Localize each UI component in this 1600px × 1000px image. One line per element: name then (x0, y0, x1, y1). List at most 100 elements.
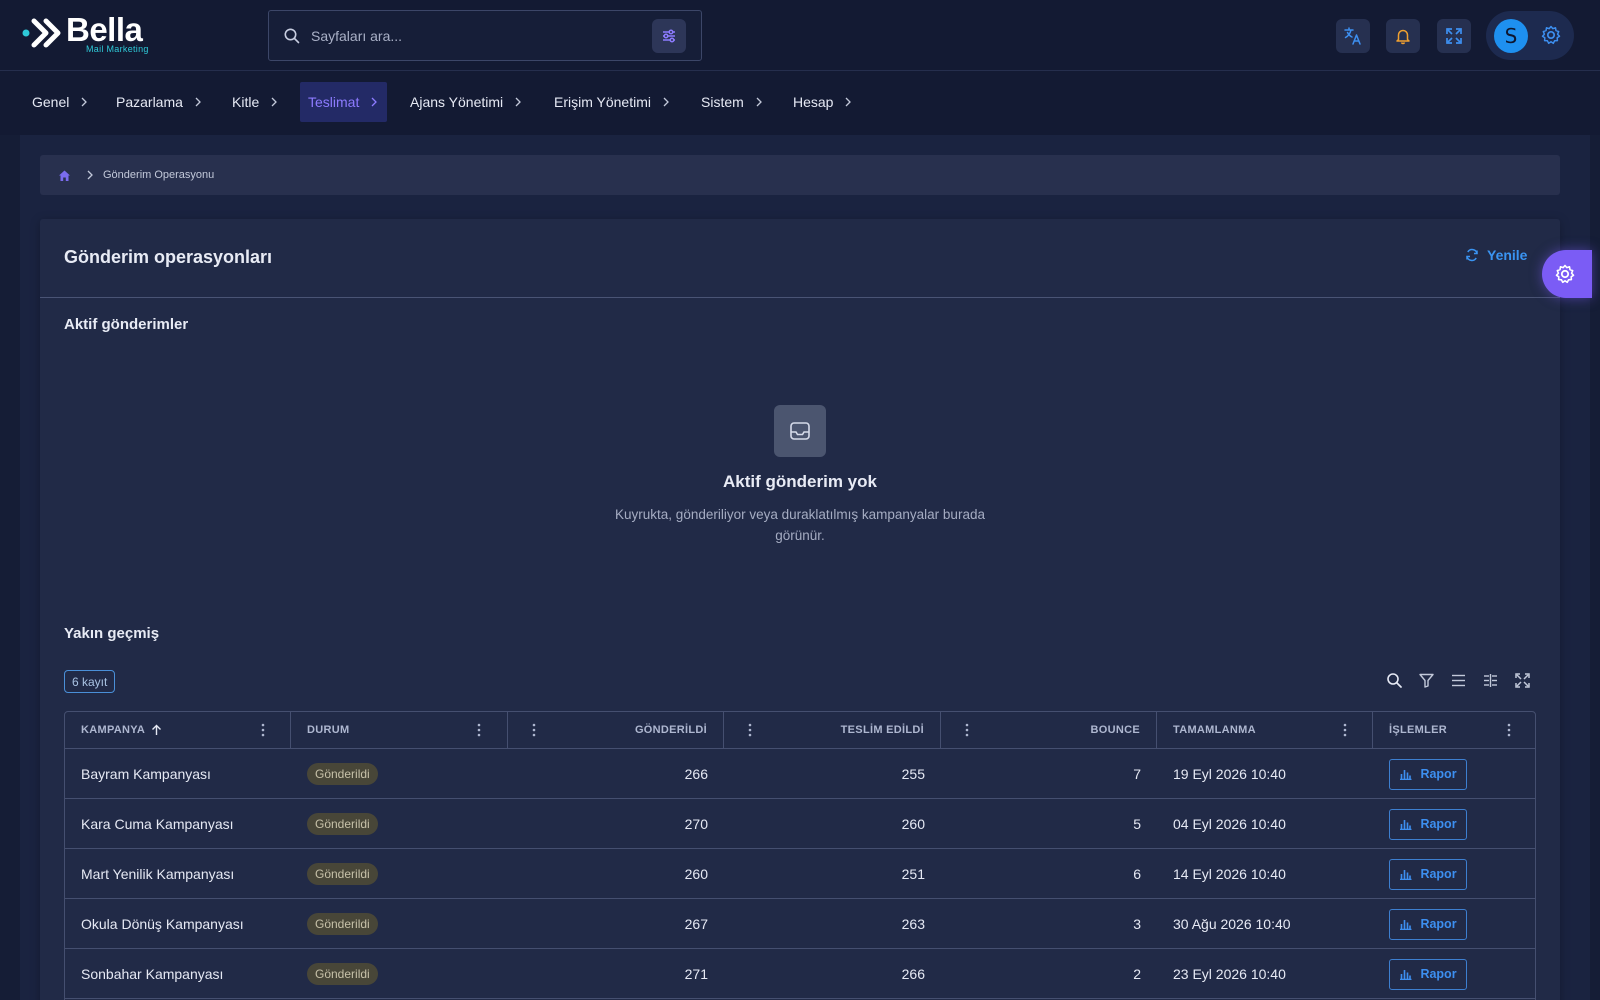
sent-count: 271 (684, 966, 708, 982)
notifications-button[interactable] (1386, 19, 1420, 53)
breadcrumb-current: Gönderim Operasyonu (103, 169, 215, 181)
top-header: Bella Mail Marketing Sayfaları ara... S (0, 0, 1600, 71)
sort-asc-icon[interactable] (151, 724, 162, 736)
report-button[interactable]: Rapor (1389, 758, 1467, 790)
nav-item-ajans-yonetimi[interactable]: Ajans Yönetimi (402, 82, 531, 122)
report-label: Rapor (1420, 967, 1457, 981)
column-header-actions[interactable]: İŞLEMLER (1373, 712, 1535, 749)
search-icon (284, 28, 300, 44)
nav-item-sistem[interactable]: Sistem (693, 82, 772, 122)
completed-date: 23 Eyl 2026 10:40 (1173, 966, 1286, 982)
bar-chart-icon (1400, 870, 1412, 880)
table-header: KAMPANYA DURUM GÖNDERİLDİ TESLİM EDİLDİ … (65, 712, 1535, 749)
column-menu-icon[interactable] (1339, 722, 1351, 738)
nav-item-label: Hesap (793, 94, 834, 110)
chevron-right-icon (87, 170, 93, 180)
search-bar (268, 10, 702, 61)
language-button[interactable] (1336, 19, 1370, 53)
nav-item-label: Pazarlama (116, 94, 183, 110)
nav-item-pazarlama[interactable]: Pazarlama (108, 82, 211, 122)
home-icon[interactable] (58, 169, 71, 182)
empty-state-box (774, 405, 826, 457)
report-button[interactable]: Rapor (1389, 808, 1467, 840)
nav-item-teslimat[interactable]: Teslimat (300, 82, 388, 122)
status-badge: Gönderildi (307, 763, 378, 785)
table-filter-button[interactable] (1417, 671, 1435, 689)
column-header-bounce[interactable]: BOUNCE (941, 712, 1157, 749)
nav-item-genel[interactable]: Genel (24, 82, 97, 122)
fullscreen-icon (1446, 28, 1462, 44)
density-icon (1451, 674, 1465, 686)
report-button[interactable]: Rapor (1389, 858, 1467, 890)
table-row[interactable]: Okula Dönüş Kampanyası Gönderildi 267 26… (65, 899, 1535, 949)
delivered-count: 251 (901, 866, 925, 882)
bar-chart-icon (1400, 970, 1412, 980)
column-header-status[interactable]: DURUM (291, 712, 508, 749)
chevron-right-icon (195, 97, 201, 107)
search-input[interactable] (311, 23, 631, 49)
bell-icon (1396, 29, 1410, 45)
nav-item-hesap[interactable]: Hesap (785, 82, 861, 122)
report-button[interactable]: Rapor (1389, 958, 1467, 990)
avatar[interactable]: S (1494, 19, 1528, 53)
nav-item-label: Teslimat (308, 94, 360, 110)
inbox-icon (790, 422, 810, 440)
history-table: KAMPANYA DURUM GÖNDERİLDİ TESLİM EDİLDİ … (64, 711, 1536, 1000)
column-menu-icon[interactable] (257, 722, 269, 738)
page-title: Gönderim operasyonları (64, 247, 273, 267)
gear-icon[interactable] (1540, 24, 1562, 46)
table-density-button[interactable] (1449, 671, 1467, 689)
main-nav: Genel Pazarlama Kitle Teslimat Ajans Yön… (0, 71, 1600, 135)
column-header-campaign[interactable]: KAMPANYA (65, 712, 291, 749)
column-menu-icon[interactable] (961, 722, 973, 738)
bounce-count: 3 (1133, 916, 1141, 932)
column-menu-icon[interactable] (528, 722, 540, 738)
table-fullscreen-button[interactable] (1513, 671, 1531, 689)
column-menu-icon[interactable] (744, 722, 756, 738)
bounce-count: 2 (1133, 966, 1141, 982)
column-menu-icon[interactable] (1503, 722, 1515, 738)
completed-date: 19 Eyl 2026 10:40 (1173, 766, 1286, 782)
brand-logo[interactable]: Bella Mail Marketing (22, 11, 162, 56)
table-row[interactable]: Mart Yenilik Kampanyası Gönderildi 260 2… (65, 849, 1535, 899)
breadcrumb: Gönderim Operasyonu (40, 155, 1560, 195)
report-button[interactable]: Rapor (1389, 908, 1467, 940)
search-filter-button[interactable] (652, 19, 686, 53)
status-badge: Gönderildi (307, 913, 378, 935)
refresh-icon (1466, 248, 1478, 262)
report-label: Rapor (1420, 767, 1457, 781)
nav-item-kitle[interactable]: Kitle (224, 82, 287, 122)
expand-icon (1514, 672, 1530, 688)
brand-tagline: Mail Marketing (86, 44, 149, 54)
column-header-sent[interactable]: GÖNDERİLDİ (508, 712, 724, 749)
table-toolbar (1385, 671, 1531, 689)
sent-count: 270 (684, 816, 708, 832)
history-section-title: Yakın geçmiş (64, 625, 160, 642)
status-badge: Gönderildi (307, 813, 378, 835)
sent-count: 260 (684, 866, 708, 882)
table-row[interactable]: Sonbahar Kampanyası Gönderildi 271 266 2… (65, 949, 1535, 999)
column-header-delivered[interactable]: TESLİM EDİLDİ (724, 712, 941, 749)
table-row[interactable]: Bayram Kampanyası Gönderildi 266 255 7 1… (65, 749, 1535, 799)
table-row[interactable]: Kara Cuma Kampanyası Gönderildi 270 260 … (65, 799, 1535, 849)
columns-icon (1483, 673, 1497, 687)
fullscreen-button[interactable] (1437, 19, 1471, 53)
settings-fab[interactable] (1542, 250, 1592, 298)
refresh-button[interactable]: Yenile (1465, 247, 1527, 263)
nav-item-label: Erişim Yönetimi (554, 94, 651, 110)
column-header-completed[interactable]: TAMAMLANMA (1157, 712, 1373, 749)
status-badge: Gönderildi (307, 963, 378, 985)
sliders-icon (663, 29, 675, 43)
user-menu[interactable]: S (1486, 11, 1574, 60)
table-search-button[interactable] (1385, 671, 1403, 689)
table-columns-button[interactable] (1481, 671, 1499, 689)
nav-item-erisim-yonetimi[interactable]: Erişim Yönetimi (546, 82, 679, 122)
empty-state-description: Kuyrukta, gönderiliyor veya duraklatılmı… (615, 507, 985, 543)
chevron-right-icon (515, 97, 522, 107)
chevron-right-icon (663, 97, 669, 107)
card-header: Gönderim operasyonları Yenile (40, 219, 1560, 298)
column-menu-icon[interactable] (473, 722, 485, 738)
record-count-badge: 6 kayıt (64, 670, 116, 693)
column-label: GÖNDERİLDİ (634, 724, 707, 736)
completed-date: 30 Ağu 2026 10:40 (1173, 916, 1291, 932)
